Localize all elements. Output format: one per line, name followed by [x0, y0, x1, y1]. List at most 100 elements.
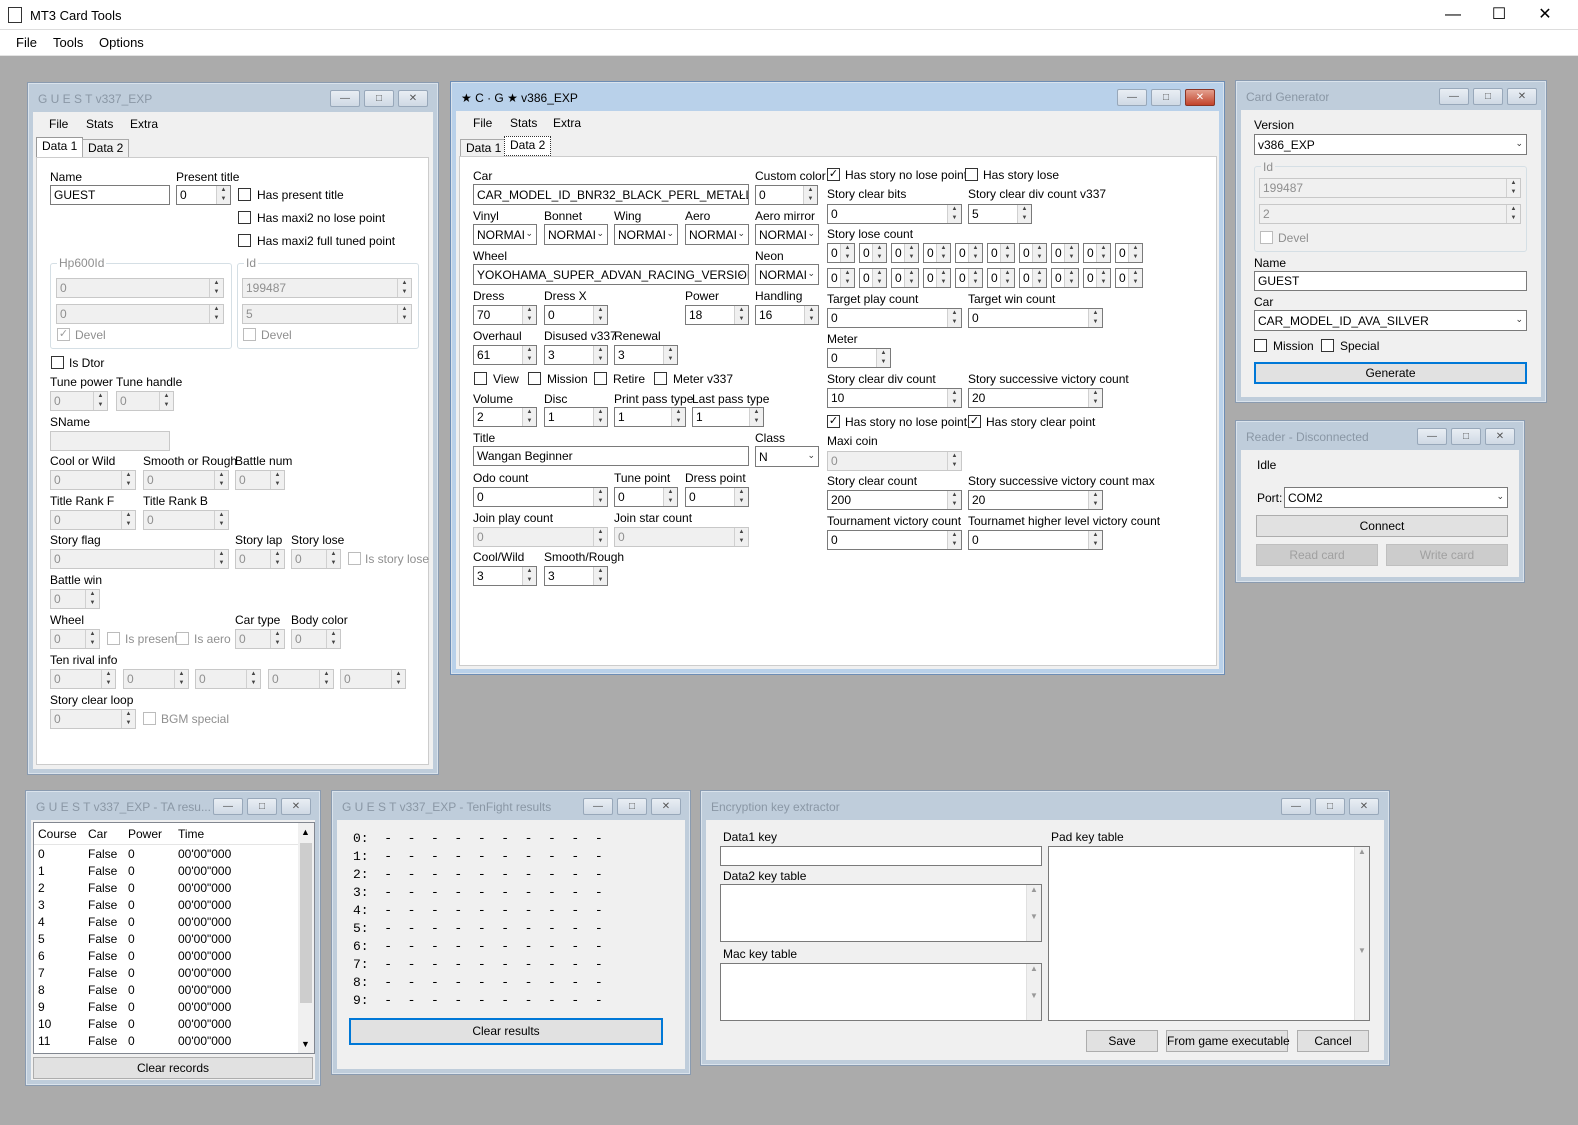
story-lose-count-stepper[interactable]: 0 ▲ ▼ [1115, 243, 1143, 263]
id-a[interactable]: 199487 ▲ ▼ [242, 278, 412, 298]
generate-button[interactable]: Generate [1254, 362, 1527, 384]
dress-stepper[interactable]: 70 ▲ ▼ [473, 305, 537, 325]
story-lose-count-stepper[interactable]: 0 ▲ ▼ [1019, 243, 1047, 263]
pad-key-table-field[interactable]: ▲ ▼ [1048, 846, 1370, 1021]
name-field[interactable]: GUEST [1254, 271, 1527, 291]
mac-key-table-field[interactable]: ▲ ▼ [720, 963, 1042, 1021]
tune-power-stepper[interactable]: 0 ▲ ▼ [50, 391, 108, 411]
table-row[interactable]: 8 False 0 00'00"000 [34, 981, 302, 998]
tab-data2[interactable]: Data 2 [82, 139, 130, 157]
id-b[interactable]: 2 ▲ ▼ [1259, 204, 1521, 224]
menu-file[interactable]: File [473, 116, 492, 130]
tab-data2[interactable]: Data 2 [504, 136, 552, 156]
maximize-icon[interactable]: □ [1473, 88, 1503, 105]
table-row[interactable]: 1 False 0 00'00"000 [34, 862, 302, 879]
has-maxi2-no-lose-checkbox[interactable] [238, 211, 251, 224]
last-pass-stepper[interactable]: 1 ▲ ▼ [692, 407, 764, 427]
minimize-icon[interactable]: — [1117, 89, 1147, 106]
menu-extra[interactable]: Extra [130, 117, 158, 131]
table-row[interactable]: 10 False 0 00'00"000 [34, 1015, 302, 1032]
view-checkbox[interactable] [474, 372, 487, 385]
neon-select[interactable]: NORMAI ⌄ [755, 264, 819, 285]
save-button[interactable]: Save [1086, 1030, 1158, 1052]
table-row[interactable]: 0 False 0 00'00"000 [34, 845, 302, 862]
title-rank-f-stepper[interactable]: 0 ▲ ▼ [50, 510, 136, 530]
smooth-rough-stepper[interactable]: 3 ▲ ▼ [544, 566, 608, 586]
tune-point-stepper[interactable]: 0 ▲ ▼ [614, 487, 678, 507]
story-clear-bits-stepper[interactable]: 0 ▲ ▼ [827, 204, 962, 224]
story-flag-stepper[interactable]: 0 ▲ ▼ [50, 549, 229, 569]
print-pass-stepper[interactable]: 1 ▲ ▼ [614, 407, 686, 427]
column-header[interactable]: Time [178, 827, 204, 841]
has-present-title-checkbox[interactable] [238, 188, 251, 201]
menu-tools[interactable]: Tools [53, 35, 83, 50]
story-lose-count-stepper[interactable]: 0 ▲ ▼ [859, 268, 887, 288]
scrollbar-thumb[interactable] [300, 843, 312, 1003]
story-clear-count-stepper[interactable]: 200 ▲ ▼ [827, 490, 962, 510]
mission-checkbox[interactable] [1254, 339, 1267, 352]
story-succ-stepper[interactable]: 20 ▲ ▼ [968, 388, 1103, 408]
close-icon[interactable]: ✕ [1185, 89, 1215, 106]
target-win-stepper[interactable]: 0 ▲ ▼ [968, 308, 1103, 328]
table-row[interactable]: 6 False 0 00'00"000 [34, 947, 302, 964]
data1-key-field[interactable] [720, 846, 1042, 866]
has-story-no-lose-checkbox[interactable]: ✓ [827, 168, 840, 181]
maxi-coin-stepper[interactable]: 0 ▲ ▼ [827, 451, 962, 471]
story-lose-count-stepper[interactable]: 0 ▲ ▼ [1083, 268, 1111, 288]
story-lose-count-stepper[interactable]: 0 ▲ ▼ [923, 268, 951, 288]
body-color-stepper[interactable]: 0 ▲ ▼ [291, 629, 341, 649]
target-play-stepper[interactable]: 0 ▲ ▼ [827, 308, 962, 328]
hp600id-b[interactable]: 0 ▲ ▼ [56, 304, 224, 324]
chevron-down-icon[interactable]: ▼ [301, 1039, 310, 1049]
has-story-no-lose2-checkbox[interactable]: ✓ [827, 415, 840, 428]
disused-stepper[interactable]: 3 ▲ ▼ [544, 345, 608, 365]
title-rank-b-stepper[interactable]: 0 ▲ ▼ [143, 510, 229, 530]
is-aero-checkbox[interactable] [176, 632, 189, 645]
close-icon[interactable]: ✕ [1485, 428, 1515, 445]
table-row[interactable]: 9 False 0 00'00"000 [34, 998, 302, 1015]
odo-stepper[interactable]: 0 ▲ ▼ [473, 487, 608, 507]
tourn-higher-stepper[interactable]: 0 ▲ ▼ [968, 530, 1103, 550]
read-card-button[interactable]: Read card [1256, 544, 1378, 566]
menu-stats[interactable]: Stats [86, 117, 113, 131]
overhaul-stepper[interactable]: 61 ▲ ▼ [473, 345, 537, 365]
minimize-icon[interactable]: — [583, 798, 613, 815]
story-lose-count-stepper[interactable]: 0 ▲ ▼ [1115, 268, 1143, 288]
menu-stats[interactable]: Stats [510, 116, 537, 130]
class-select[interactable]: N ⌄ [755, 446, 819, 467]
wheel-select[interactable]: YOKOHAMA_SUPER_ADVAN_RACING_VERSION2 ⌄ [473, 264, 749, 285]
hp-devel-checkbox[interactable]: ✓ [57, 328, 70, 341]
maximize-icon[interactable]: □ [1151, 89, 1181, 106]
renewal-stepper[interactable]: 3 ▲ ▼ [614, 345, 678, 365]
maximize-icon[interactable]: □ [364, 90, 394, 107]
id-devel-checkbox[interactable] [243, 328, 256, 341]
battle-num-stepper[interactable]: 0 ▲ ▼ [235, 470, 285, 490]
maximize-icon[interactable]: □ [1315, 798, 1345, 815]
story-lose-count-stepper[interactable]: 0 ▲ ▼ [1051, 268, 1079, 288]
maximize-icon[interactable]: □ [1451, 428, 1481, 445]
table-row[interactable]: 7 False 0 00'00"000 [34, 964, 302, 981]
story-lose-count-stepper[interactable]: 0 ▲ ▼ [955, 268, 983, 288]
car-select[interactable]: CAR_MODEL_ID_BNR32_BLACK_PERL_METALLIC ⌄ [473, 184, 749, 205]
smooth-or-rough-stepper[interactable]: 0 ▲ ▼ [143, 470, 229, 490]
is-present-checkbox[interactable] [107, 632, 120, 645]
bgm-special-checkbox[interactable] [143, 712, 156, 725]
id-b[interactable]: 5 ▲ ▼ [242, 304, 412, 324]
devel-checkbox[interactable] [1260, 231, 1273, 244]
close-icon[interactable]: ✕ [1349, 798, 1379, 815]
present-title-stepper[interactable]: 0 ▲ ▼ [176, 185, 231, 205]
retire-checkbox[interactable] [594, 372, 607, 385]
car-type-stepper[interactable]: 0 ▲ ▼ [235, 629, 285, 649]
id-a[interactable]: 199487 ▲ ▼ [1259, 178, 1521, 198]
join-play-stepper[interactable]: 0 ▲ ▼ [473, 527, 608, 547]
ten-rival-2[interactable]: 0 ▲ ▼ [195, 669, 261, 689]
ten-rival-4[interactable]: 0 ▲ ▼ [340, 669, 406, 689]
story-lose-stepper[interactable]: 0 ▲ ▼ [291, 549, 341, 569]
close-icon[interactable]: ✕ [281, 798, 311, 815]
is-dtor-checkbox[interactable] [51, 356, 64, 369]
title-field[interactable]: Wangan Beginner [473, 446, 749, 466]
dress-x-stepper[interactable]: 0 ▲ ▼ [544, 305, 608, 325]
close-icon[interactable]: ✕ [1522, 0, 1568, 30]
menu-file[interactable]: File [16, 35, 37, 50]
story-lose-count-stepper[interactable]: 0 ▲ ▼ [987, 243, 1015, 263]
